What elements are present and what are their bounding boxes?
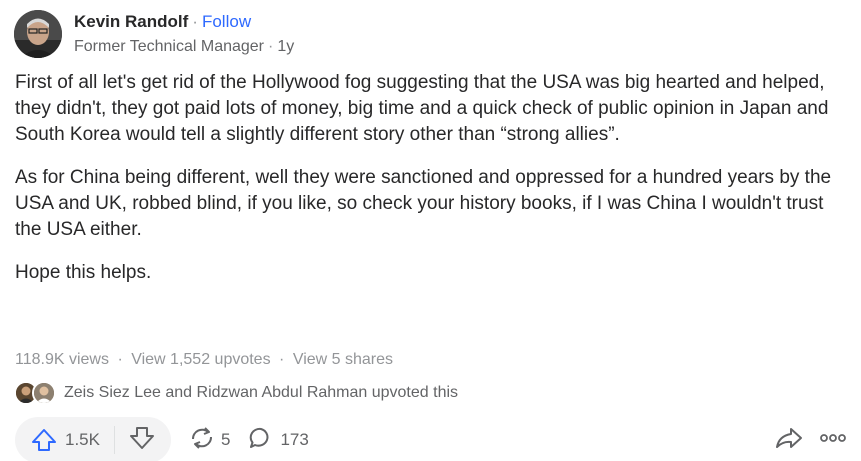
stats-separator: · [279,351,285,368]
author-info: Kevin Randolf · Follow Former Technical Ma… [74,11,294,57]
comment-icon [248,426,274,455]
reshare-count: 5 [220,430,231,449]
upvote-count: 1.5K [65,430,100,449]
view-upvotes-link[interactable]: View 1,552 upvotes [131,351,270,368]
credential-separator: · [268,38,274,55]
vote-divider [113,426,115,454]
views-count: 118.9K views [15,351,109,368]
downvote-arrow-icon [129,426,155,454]
share-count-button[interactable]: 5 [189,426,230,455]
author-credential-row: Former Technical Manager · 1y [74,37,294,57]
upvote-arrow-icon [31,428,57,452]
upvoter-avatars [14,381,60,405]
downvote-button[interactable] [129,426,155,455]
comment-count: 173 [280,430,309,449]
more-dots-icon [819,431,847,449]
upvote-button[interactable]: 1.5K [31,428,100,452]
answer-paragraph: Hope this helps. [15,262,152,283]
vote-pill: 1.5K [15,417,171,461]
answer-header: Kevin Randolf · Follow Former Technical Ma… [14,10,294,58]
author-name[interactable]: Kevin Randolf [74,12,188,31]
reshare-icon [189,426,215,455]
comment-button[interactable]: 173 [248,426,309,455]
stats-separator: · [117,351,123,368]
more-options-button[interactable] [819,431,847,449]
answer-body: First of all let's get rid of the Hollyw… [15,70,855,303]
answer-paragraph: First of all let's get rid of the Hollyw… [15,72,829,145]
answer-age[interactable]: 1y [277,38,294,55]
view-shares-link[interactable]: View 5 shares [293,351,393,368]
name-separator: · [192,12,198,31]
share-button[interactable] [775,426,803,455]
action-bar: 1.5K 5 173 [15,417,847,461]
upvoted-by-text[interactable]: Zeis Siez Lee and Ridzwan Abdul Rahman u… [64,384,458,402]
author-avatar[interactable] [14,10,62,58]
answer-stats: 118.9K views · View 1,552 upvotes · View… [15,351,393,369]
share-arrow-icon [775,427,803,454]
follow-button[interactable]: Follow [202,12,251,31]
answer-paragraph: As for China being different, well they … [15,167,832,240]
right-actions [775,417,847,461]
author-name-row: Kevin Randolf · Follow [74,11,294,33]
author-credential: Former Technical Manager [74,38,265,55]
upvoter-avatar[interactable] [32,381,56,405]
upvoted-by-row: Zeis Siez Lee and Ridzwan Abdul Rahman u… [14,381,458,405]
